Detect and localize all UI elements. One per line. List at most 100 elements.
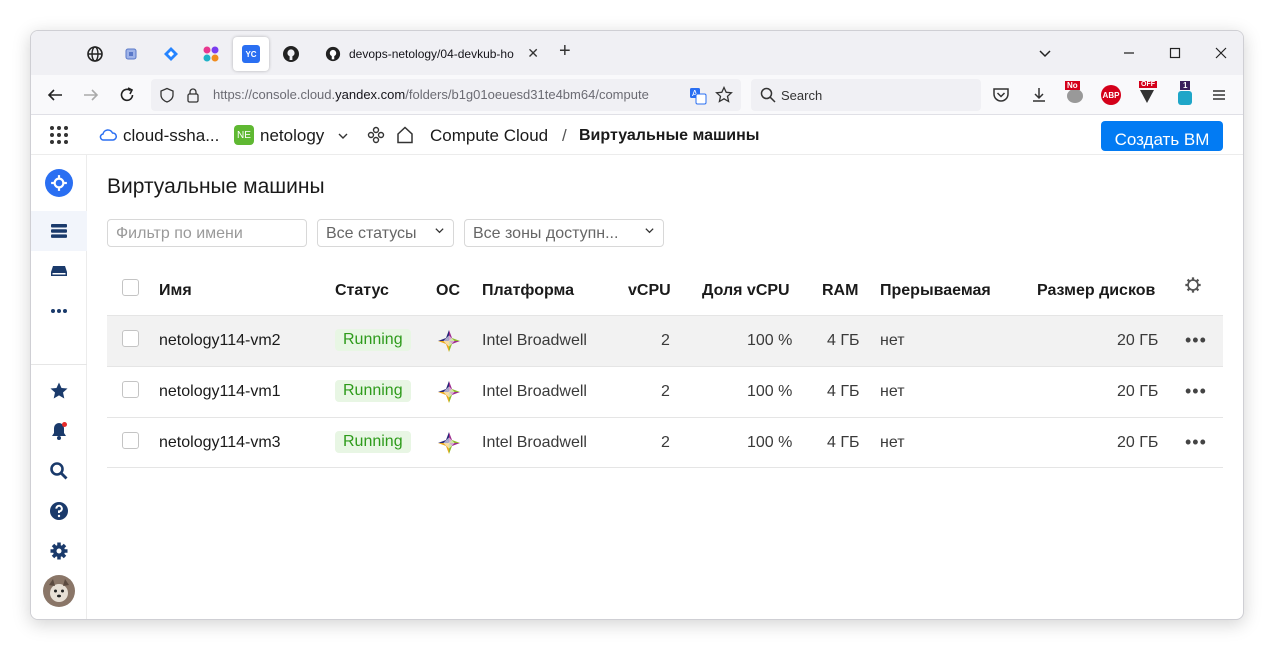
table-row[interactable]: netology114-vm2 Running Intel Broadwell …	[107, 315, 1223, 366]
column-ram[interactable]: RAM	[822, 282, 858, 300]
name-filter-input[interactable]: Фильтр по имени	[107, 219, 307, 247]
chevron-down-icon[interactable]	[337, 129, 349, 147]
yandex-cloud-icon: YC	[242, 45, 260, 63]
status-select-value: Все статусы	[326, 225, 417, 242]
pinned-tab-jira[interactable]	[153, 37, 189, 71]
breadcrumb-service[interactable]: Compute Cloud	[430, 126, 548, 146]
help-icon[interactable]	[45, 497, 73, 525]
chevron-down-icon	[434, 225, 445, 239]
github-icon	[283, 46, 299, 62]
column-vcpu[interactable]: vCPU	[628, 282, 671, 300]
main-content: Виртуальные машины Фильтр по имени Все с…	[87, 155, 1243, 619]
avatar[interactable]	[43, 575, 75, 607]
column-vcpu-share[interactable]: Доля vCPU	[702, 282, 790, 300]
adblock-extension-icon[interactable]: ABP	[1099, 83, 1123, 107]
reload-button[interactable]	[115, 83, 139, 107]
centos-icon	[437, 431, 461, 460]
bookmark-star-icon[interactable]	[715, 86, 733, 104]
breadcrumb-folder[interactable]: netology	[260, 126, 324, 146]
noscript-extension-icon[interactable]: No	[1063, 81, 1087, 107]
chip-icon	[125, 48, 137, 60]
settings-gear-icon[interactable]	[45, 537, 73, 565]
pinned-tab-apps[interactable]	[193, 37, 229, 71]
navigation-bar: https://console.cloud.yandex.com/folders…	[31, 75, 1243, 115]
minimize-button[interactable]	[1115, 39, 1143, 67]
off-extension-icon[interactable]: OFF	[1135, 81, 1159, 107]
home-icon[interactable]	[395, 125, 415, 150]
shield-icon	[160, 87, 174, 103]
vm-name[interactable]: netology114-vm3	[159, 434, 281, 452]
sidebar-item-disks[interactable]	[45, 257, 73, 285]
server-list-icon	[51, 224, 67, 238]
apps-icon	[203, 46, 219, 62]
centos-icon	[437, 329, 461, 358]
table-row[interactable]: netology114-vm1 Running Intel Broadwell …	[107, 366, 1223, 417]
tab-list-chevron-icon[interactable]	[1031, 39, 1059, 67]
vm-vcpu: 2	[661, 383, 670, 400]
vm-name[interactable]: netology114-vm2	[159, 332, 281, 350]
web-search-input[interactable]: Search	[751, 79, 981, 111]
search-placeholder: Search	[781, 88, 823, 103]
row-checkbox[interactable]	[122, 432, 139, 449]
vm-vcpu-share: 100 %	[747, 434, 793, 451]
vm-ram: 4 ГБ	[827, 383, 860, 400]
back-button[interactable]	[43, 83, 67, 107]
row-actions-icon[interactable]: •••	[1185, 432, 1207, 453]
translate-icon[interactable]: A	[689, 87, 707, 105]
reload-icon	[120, 87, 134, 102]
column-platform[interactable]: Платформа	[482, 282, 574, 300]
tab-title: devops-netology/04-devkub-ho	[349, 47, 514, 61]
column-disk-size[interactable]: Размер дисков	[1037, 282, 1155, 300]
table-settings-gear-icon[interactable]	[1184, 276, 1202, 299]
pinned-tab-chip[interactable]	[113, 37, 149, 71]
vm-vcpu: 2	[661, 434, 670, 451]
sidebar-more-icon[interactable]	[45, 297, 73, 325]
breadcrumb-current: Виртуальные машины	[579, 127, 760, 144]
status-badge: Running	[335, 380, 411, 402]
new-tab-button[interactable]: +	[559, 41, 571, 61]
forward-button[interactable]	[79, 83, 103, 107]
vm-platform: Intel Broadwell	[482, 332, 587, 349]
favorites-star-icon[interactable]	[45, 377, 73, 405]
create-vm-button[interactable]: Создать ВМ	[1101, 121, 1223, 151]
column-os[interactable]: ОС	[436, 282, 460, 300]
compute-service-icon[interactable]	[45, 169, 73, 197]
column-status[interactable]: Статус	[335, 282, 389, 300]
close-window-button[interactable]	[1207, 39, 1235, 67]
vm-disk-size: 20 ГБ	[1117, 332, 1159, 349]
row-actions-icon[interactable]: •••	[1185, 381, 1207, 402]
address-bar[interactable]: https://console.cloud.yandex.com/folders…	[151, 79, 741, 111]
vm-name[interactable]: netology114-vm1	[159, 383, 281, 401]
search-icon[interactable]	[45, 457, 73, 485]
zone-select[interactable]: Все зоны доступн...	[464, 219, 664, 247]
pinned-tab-globe[interactable]	[77, 37, 113, 71]
services-grid-icon[interactable]	[49, 125, 69, 150]
pinned-tab-github[interactable]	[273, 37, 309, 71]
notifications-bell-icon[interactable]	[45, 417, 73, 445]
select-all-checkbox[interactable]	[122, 279, 139, 296]
status-badge: Running	[335, 431, 411, 453]
vm-platform: Intel Broadwell	[482, 383, 587, 400]
download-icon[interactable]	[1027, 83, 1051, 107]
column-preemptible[interactable]: Прерываемая	[880, 282, 991, 300]
menu-hamburger-icon[interactable]	[1207, 83, 1231, 107]
url-text: https://console.cloud.yandex.com/folders…	[213, 87, 649, 102]
row-checkbox[interactable]	[122, 381, 139, 398]
row-checkbox[interactable]	[122, 330, 139, 347]
vm-disk-size: 20 ГБ	[1117, 434, 1159, 451]
column-name[interactable]: Имя	[159, 282, 192, 300]
row-actions-icon[interactable]: •••	[1185, 330, 1207, 351]
pinned-tab-yc[interactable]: YC	[233, 37, 269, 71]
table-row[interactable]: netology114-vm3 Running Intel Broadwell …	[107, 417, 1223, 468]
vm-ram: 4 ГБ	[827, 434, 860, 451]
sidebar-divider	[31, 364, 87, 365]
tab-github-repo[interactable]: devops-netology/04-devkub-ho ✕	[325, 37, 545, 71]
pocket-icon[interactable]	[989, 83, 1013, 107]
sidebar-item-vms[interactable]	[45, 217, 73, 245]
breadcrumb-cloud[interactable]: cloud-ssha...	[123, 126, 219, 146]
extension-count-icon[interactable]: 1	[1173, 81, 1197, 107]
close-tab-icon[interactable]: ✕	[527, 45, 539, 62]
service-switch-icon[interactable]	[367, 126, 385, 149]
status-select[interactable]: Все статусы	[317, 219, 454, 247]
maximize-button[interactable]	[1161, 39, 1189, 67]
